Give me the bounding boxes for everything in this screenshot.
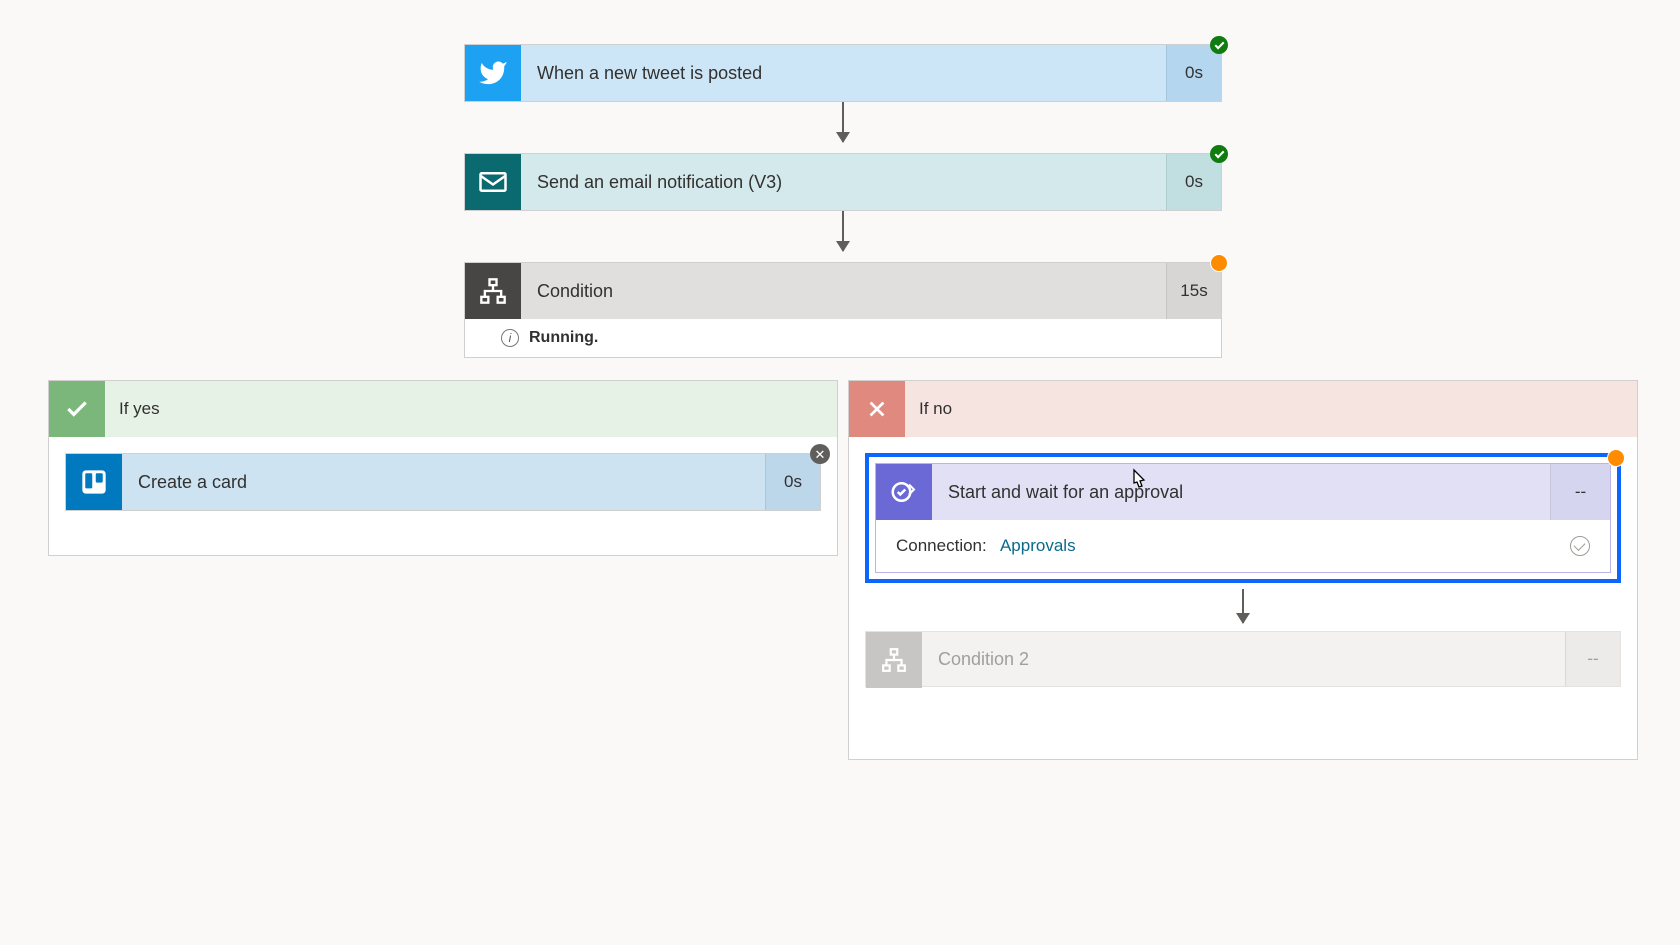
step-condition2-label: Condition 2	[922, 632, 1565, 686]
step-approval-duration: --	[1550, 464, 1610, 520]
condition-icon	[866, 632, 922, 688]
branch-no-header[interactable]: If no	[849, 381, 1637, 437]
step-create-card-duration: 0s	[765, 454, 820, 510]
step-create-card-label: Create a card	[122, 454, 765, 510]
arrow-down-icon	[842, 102, 844, 142]
step-condition-duration: 15s	[1166, 263, 1221, 319]
branch-yes-header[interactable]: If yes	[49, 381, 837, 437]
close-icon	[849, 381, 905, 437]
step-tweet-trigger[interactable]: When a new tweet is posted 0s	[464, 44, 1222, 102]
arrow-down-icon	[1242, 589, 1244, 623]
step-condition-label: Condition	[521, 263, 1166, 319]
condition-status-row: i Running.	[465, 319, 1221, 357]
step-email-duration: 0s	[1166, 154, 1221, 210]
success-badge-icon	[1210, 36, 1228, 54]
condition-icon	[465, 263, 521, 319]
cancelled-badge-icon: ✕	[810, 444, 830, 464]
step-condition-2[interactable]: Condition 2 --	[865, 631, 1621, 687]
branch-if-yes: If yes Create a card 0s ✕	[48, 380, 838, 556]
running-badge-icon	[1607, 449, 1625, 467]
step-approval-label: Start and wait for an approval	[932, 464, 1550, 520]
twitter-icon	[465, 45, 521, 101]
connection-value-link[interactable]: Approvals	[1000, 536, 1076, 555]
info-icon: i	[501, 329, 519, 347]
success-badge-icon	[1210, 145, 1228, 163]
branch-yes-label: If yes	[105, 381, 837, 437]
branch-no-label: If no	[905, 381, 1637, 437]
mail-icon	[465, 154, 521, 210]
step-condition[interactable]: Condition 15s i Running.	[464, 262, 1222, 358]
running-badge-icon	[1210, 254, 1228, 272]
connection-label: Connection:	[896, 536, 987, 555]
approval-connection-row: Connection: Approvals	[896, 536, 1076, 556]
condition-status-text: Running.	[529, 329, 598, 347]
arrow-down-icon	[842, 211, 844, 251]
branch-if-no: If no Start and wait for an approval -- …	[848, 380, 1638, 760]
check-icon	[49, 381, 105, 437]
approval-icon	[876, 464, 932, 520]
trello-icon	[66, 454, 122, 510]
step-tweet-label: When a new tweet is posted	[521, 45, 1166, 101]
step-tweet-duration: 0s	[1166, 45, 1221, 101]
step-email-notification[interactable]: Send an email notification (V3) 0s	[464, 153, 1222, 211]
step-condition2-duration: --	[1565, 632, 1620, 686]
step-email-label: Send an email notification (V3)	[521, 154, 1166, 210]
step-approval-highlighted[interactable]: Start and wait for an approval -- Connec…	[865, 453, 1621, 583]
check-circle-icon	[1570, 536, 1590, 556]
step-create-card[interactable]: Create a card 0s ✕	[65, 453, 821, 511]
